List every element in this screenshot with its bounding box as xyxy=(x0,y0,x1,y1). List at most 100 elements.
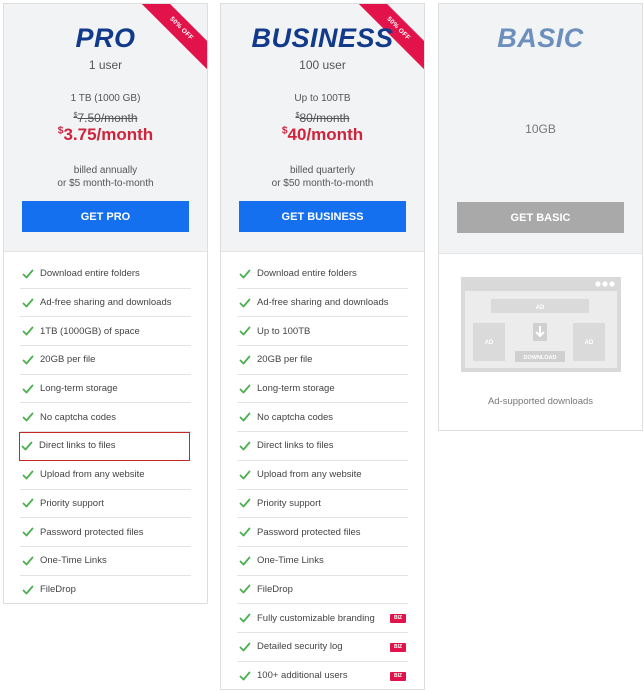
feature-label: Long-term storage xyxy=(257,383,335,395)
feature-label: Priority support xyxy=(257,497,321,509)
feature-item: One-Time Links xyxy=(20,547,191,576)
feature-item: Detailed security log BIZ xyxy=(237,633,408,662)
check-icon xyxy=(22,269,34,279)
check-icon xyxy=(239,441,251,451)
check-icon xyxy=(239,412,251,422)
feature-item: Direct links to files xyxy=(237,432,408,461)
ad-supported-caption: Ad-supported downloads xyxy=(487,396,594,407)
check-icon xyxy=(22,498,34,508)
feature-label: Password protected files xyxy=(40,526,144,538)
check-icon xyxy=(239,269,251,279)
feature-item: 20GB per file xyxy=(20,346,191,375)
check-icon xyxy=(239,298,251,307)
pro-old-price: $7.50/month xyxy=(73,110,138,125)
feature-label: FileDrop xyxy=(257,583,293,595)
feature-label: 1TB (1000GB) of space xyxy=(40,325,140,337)
business-billing-terms: billed quarterly or $50 month-to-month xyxy=(271,165,374,189)
pro-users: 1 user xyxy=(88,58,123,72)
feature-item: FileDrop xyxy=(20,576,191,603)
feature-label: Long-term storage xyxy=(40,383,118,395)
feature-label: No captcha codes xyxy=(257,411,334,423)
business-plan-card: 50% OFF BUSINESS 100 user Up to 100TB $8… xyxy=(220,3,425,690)
feature-item: Direct links to files xyxy=(19,432,190,461)
feature-item: Priority support xyxy=(20,490,191,519)
feature-item: Upload from any website xyxy=(20,461,191,490)
business-new-price: $40/month xyxy=(281,125,364,144)
get-basic-button[interactable]: GET BASIC xyxy=(457,202,624,233)
window-dot xyxy=(609,281,615,287)
basic-plan-name: BASIC xyxy=(497,23,584,53)
get-business-button[interactable]: GET BUSINESS xyxy=(239,201,406,232)
biz-badge: BIZ xyxy=(390,614,406,624)
feature-item: 20GB per file xyxy=(237,346,408,375)
pro-storage: 1 TB (1000 GB) xyxy=(70,93,141,104)
biz-badge: BIZ xyxy=(390,671,406,681)
business-storage: Up to 100TB xyxy=(294,93,351,104)
feature-item: Long-term storage xyxy=(237,375,408,404)
feature-item: Password protected files xyxy=(20,518,191,547)
pro-new-price: $3.75/month xyxy=(57,125,154,144)
check-icon xyxy=(239,642,251,652)
check-icon xyxy=(22,326,34,336)
pro-plan-header: 50% OFF PRO 1 user 1 TB (1000 GB) $7.50/… xyxy=(4,4,207,252)
ad-label-right: AD xyxy=(585,340,594,346)
feature-item: Ad-free sharing and downloads xyxy=(20,289,191,318)
check-icon xyxy=(22,384,34,393)
feature-label: 20GB per file xyxy=(257,354,313,366)
feature-label: Direct links to files xyxy=(257,440,334,452)
check-icon xyxy=(22,412,34,422)
feature-item: No captcha codes xyxy=(20,403,191,433)
feature-item: Ad-free sharing and downloads xyxy=(237,289,408,318)
basic-plan-header: BASIC 10GB GET BASIC xyxy=(439,4,642,254)
feature-label: Up to 100TB xyxy=(257,325,311,337)
ad-label-top: AD xyxy=(536,305,545,311)
feature-item: Download entire folders xyxy=(20,260,191,289)
check-icon xyxy=(239,355,251,365)
feature-label: FileDrop xyxy=(40,584,76,596)
check-icon xyxy=(239,613,251,623)
feature-item: FileDrop xyxy=(237,576,408,605)
feature-label: Ad-free sharing and downloads xyxy=(257,297,389,309)
check-icon xyxy=(22,470,34,480)
check-icon xyxy=(22,556,34,566)
feature-label: Detailed security log xyxy=(257,641,343,653)
check-icon xyxy=(239,585,251,594)
window-dot xyxy=(595,281,601,287)
check-icon xyxy=(239,556,251,566)
check-icon xyxy=(239,384,251,393)
feature-item: Long-term storage xyxy=(20,375,191,404)
business-plan-name: BUSINESS xyxy=(251,23,394,53)
feature-label: Password protected files xyxy=(257,526,361,538)
check-icon xyxy=(22,298,34,307)
feature-item: Priority support xyxy=(237,490,408,519)
pro-feature-list: Download entire folders Ad-free sharing a… xyxy=(4,252,207,603)
feature-label: Ad-free sharing and downloads xyxy=(40,297,172,309)
feature-label: One-Time Links xyxy=(257,555,324,567)
check-icon xyxy=(239,498,251,508)
ad-supported-illustration: AD AD AD DOWNLOAD xyxy=(461,277,621,372)
get-pro-button[interactable]: GET PRO xyxy=(22,201,189,232)
business-users: 100 user xyxy=(299,58,346,72)
download-label: DOWNLOAD xyxy=(524,355,557,361)
feature-label: 100+ additional users xyxy=(257,670,348,682)
feature-label: 20GB per file xyxy=(40,354,96,366)
biz-badge: BIZ xyxy=(390,642,406,652)
check-icon xyxy=(239,326,251,336)
feature-label: Upload from any website xyxy=(40,469,145,481)
feature-label: One-Time Links xyxy=(40,555,107,567)
check-icon xyxy=(239,470,251,480)
check-icon xyxy=(239,671,251,681)
pro-plan-card: 50% OFF PRO 1 user 1 TB (1000 GB) $7.50/… xyxy=(3,3,208,604)
download-icon xyxy=(533,323,547,341)
check-icon xyxy=(22,585,34,595)
feature-label: Direct links to files xyxy=(39,440,116,452)
feature-item: Download entire folders xyxy=(237,260,408,289)
basic-storage: 10GB xyxy=(525,122,556,136)
check-icon xyxy=(22,355,34,365)
window-dot xyxy=(602,281,608,287)
business-old-price: $80/month xyxy=(295,110,350,125)
business-feature-list: Download entire folders Ad-free sharing a… xyxy=(221,252,424,689)
ad-label-left: AD xyxy=(485,340,494,346)
feature-label: Fully customizable branding xyxy=(257,612,375,624)
feature-item: Upload from any website xyxy=(237,461,408,490)
